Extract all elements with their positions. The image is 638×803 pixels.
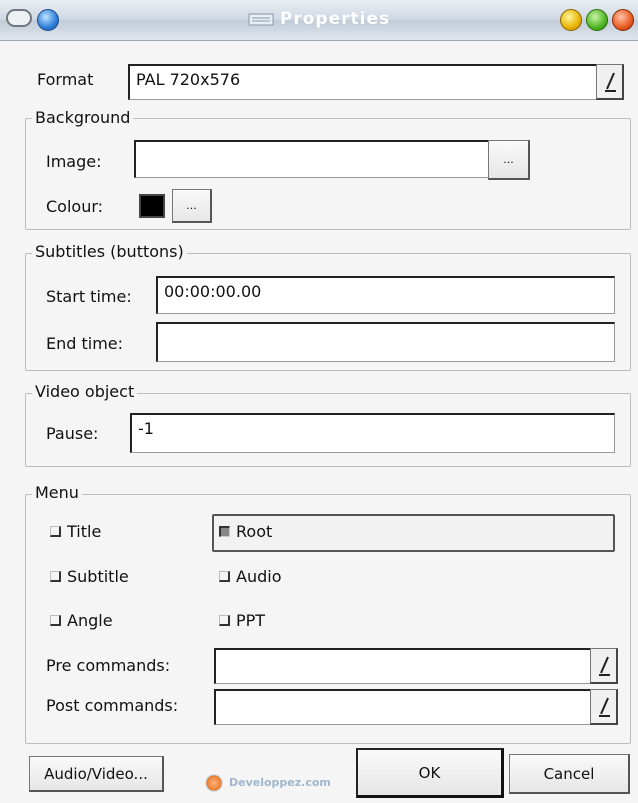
title-checkbox[interactable]: Title <box>50 522 101 541</box>
title-checkbox-box[interactable] <box>50 526 61 537</box>
colour-label: Colour: <box>46 197 104 216</box>
colour-swatch[interactable] <box>139 194 165 218</box>
subtitle-checkbox[interactable]: Subtitle <box>50 567 129 586</box>
angle-checkbox-box[interactable] <box>50 615 61 626</box>
start-time-input[interactable]: 00:00:00.00 <box>156 276 615 314</box>
ppt-checkbox-label: PPT <box>236 611 266 630</box>
format-select[interactable]: PAL 720x576 <box>128 64 598 100</box>
format-dropdown-button[interactable] <box>596 64 624 100</box>
app-icon <box>248 13 274 25</box>
root-checkbox-box[interactable] <box>219 526 230 537</box>
dropdown-arrow-icon <box>599 697 610 717</box>
root-checkbox-frame <box>212 514 615 552</box>
start-time-label: Start time: <box>46 287 132 306</box>
ppt-checkbox-box[interactable] <box>219 615 230 626</box>
end-time-label: End time: <box>46 334 124 353</box>
window-title: Properties <box>0 9 638 29</box>
pause-input[interactable]: -1 <box>130 413 615 453</box>
subtitles-group-label: Subtitles (buttons) <box>32 242 187 261</box>
ppt-checkbox[interactable]: PPT <box>219 611 265 630</box>
watermark-logo-icon <box>205 774 223 792</box>
watermark-text: Developpez.com <box>229 776 331 789</box>
window-title-text: Properties <box>279 9 391 29</box>
post-commands-input[interactable] <box>214 689 592 725</box>
title-bar[interactable]: Properties <box>0 0 638 41</box>
end-time-input[interactable] <box>156 322 615 362</box>
angle-checkbox[interactable]: Angle <box>50 611 113 630</box>
dropdown-arrow-icon <box>605 72 616 92</box>
subtitle-checkbox-label: Subtitle <box>67 567 129 586</box>
audio-video-button[interactable]: Audio/Video... <box>29 756 164 792</box>
angle-checkbox-label: Angle <box>67 611 113 630</box>
maximize-icon[interactable] <box>586 9 608 31</box>
audio-checkbox[interactable]: Audio <box>219 567 281 586</box>
background-group-label: Background <box>32 108 134 127</box>
minimize-icon[interactable] <box>560 9 582 31</box>
audio-checkbox-label: Audio <box>236 567 282 586</box>
cancel-button[interactable]: Cancel <box>509 754 630 794</box>
root-checkbox[interactable]: Root <box>219 522 272 541</box>
post-commands-label: Post commands: <box>46 696 179 715</box>
image-browse-button[interactable]: ... <box>488 140 530 180</box>
video-object-group-label: Video object <box>32 382 138 401</box>
pre-commands-label: Pre commands: <box>46 656 171 675</box>
properties-window: Properties Format PAL 720x576 Background… <box>0 0 638 803</box>
dropdown-arrow-icon <box>599 656 610 676</box>
subtitle-checkbox-box[interactable] <box>50 571 61 582</box>
image-path-input[interactable] <box>134 140 490 178</box>
root-checkbox-label: Root <box>236 522 273 541</box>
post-commands-dropdown-button[interactable] <box>590 689 618 725</box>
ok-button[interactable]: OK <box>356 748 504 798</box>
watermark: Developpez.com <box>205 774 331 792</box>
menu-group-label: Menu <box>32 483 82 502</box>
colour-picker-button[interactable]: ... <box>172 189 212 223</box>
close-window-icon[interactable] <box>612 9 634 31</box>
title-checkbox-label: Title <box>67 522 102 541</box>
pre-commands-dropdown-button[interactable] <box>590 648 618 684</box>
audio-checkbox-box[interactable] <box>219 571 230 582</box>
pre-commands-input[interactable] <box>214 648 592 684</box>
pause-label: Pause: <box>46 424 99 443</box>
image-label: Image: <box>46 152 102 171</box>
format-label: Format <box>37 70 94 89</box>
